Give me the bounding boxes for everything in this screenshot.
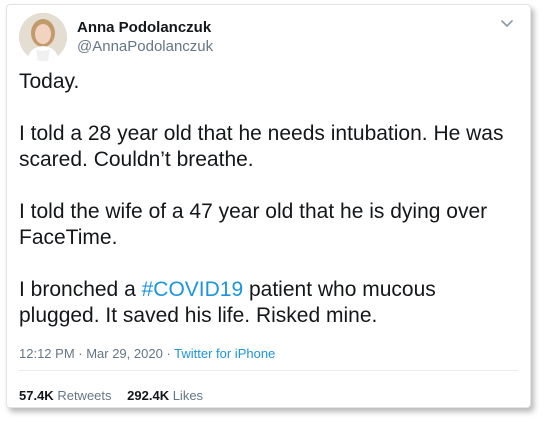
author-name[interactable]: Anna Podolanczuk [77, 19, 211, 36]
chevron-down-icon[interactable] [499, 15, 515, 31]
tweet-timestamp[interactable]: 12:12 PM · Mar 29, 2020 · [19, 346, 174, 361]
tweet-paragraph: I told the wife of a 47 year old that he… [19, 200, 488, 249]
likes-label: Likes [172, 388, 204, 403]
retweets-count: 57.4K [19, 388, 54, 403]
tweet-text-segment: I bronched a [19, 278, 142, 301]
retweets-label: Retweets [57, 388, 112, 403]
author-handle[interactable]: @AnnaPodolanczuk [77, 38, 213, 55]
likes-stat[interactable]: 292.4K Likes [127, 388, 203, 403]
tweet-source-link[interactable]: Twitter for iPhone [174, 346, 275, 361]
tweet-meta: 12:12 PM · Mar 29, 2020 · Twitter for iP… [19, 346, 275, 361]
hashtag-link[interactable]: #COVID19 [142, 278, 244, 301]
tweet-card: Anna Podolanczuk @AnnaPodolanczuk Today.… [6, 4, 531, 408]
tweet-paragraph: I bronched a #COVID19 patient who mucous… [19, 277, 519, 329]
retweets-stat[interactable]: 57.4K Retweets [19, 388, 112, 403]
tweet-text: Today. I told a 28 year old that he need… [19, 69, 519, 329]
tweet-stats: 57.4K Retweets 292.4K Likes [19, 388, 215, 403]
avatar[interactable] [19, 13, 67, 61]
divider [19, 370, 518, 371]
tweet-paragraph: I told a 28 year old that he needs intub… [19, 122, 504, 171]
tweet-paragraph: Today. [19, 70, 80, 93]
likes-count: 292.4K [127, 388, 170, 403]
